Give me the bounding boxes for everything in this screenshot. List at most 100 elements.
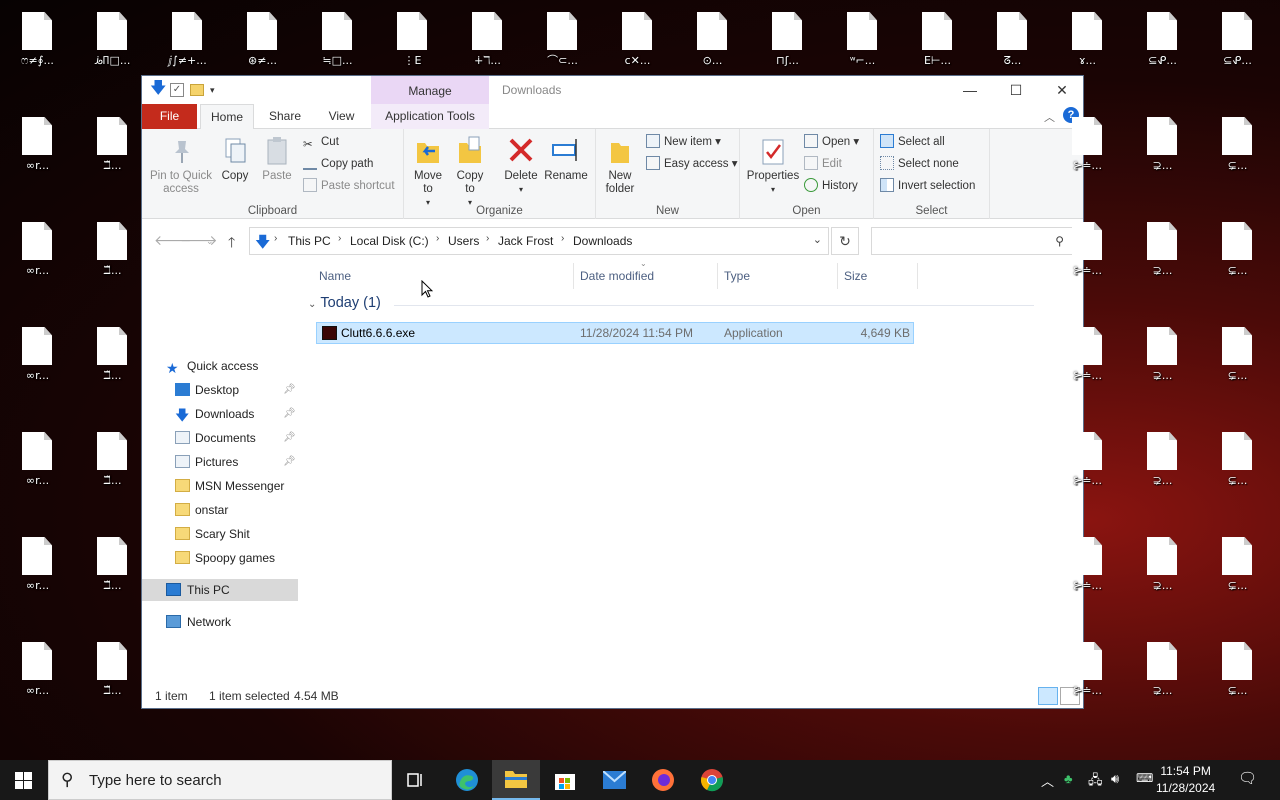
volume-icon[interactable]: 🔊︎: [1111, 771, 1119, 787]
copy-button[interactable]: Copy: [218, 135, 252, 183]
nav-item-onstar[interactable]: onstar: [142, 499, 298, 521]
breadcrumb-local-disk[interactable]: Local Disk (C:): [350, 234, 429, 248]
open-button[interactable]: Open ▾: [804, 133, 859, 151]
keyboard-icon[interactable]: ⌨: [1136, 771, 1153, 785]
desktop-file-icon[interactable]: ℶ̃...: [75, 420, 150, 520]
desktop-file-icon[interactable]: ⊋...: [1125, 210, 1200, 310]
new-folder-button[interactable]: New folder: [600, 135, 640, 196]
nav-item-spoopy-games[interactable]: Spoopy games: [142, 547, 298, 569]
nav-this-pc[interactable]: This PC: [142, 579, 298, 601]
search-input[interactable]: ⚲: [871, 227, 1073, 255]
desktop-file-icon[interactable]: ⊊...: [1200, 105, 1275, 205]
up-arrow-icon[interactable]: 🡑: [228, 232, 235, 256]
group-collapse-icon[interactable]: ⌄: [308, 299, 316, 310]
desktop-file-icon[interactable]: ∞r...: [0, 525, 75, 625]
desktop-file-icon[interactable]: ⊆ᕵ...: [1200, 0, 1275, 100]
chrome-button[interactable]: [688, 760, 736, 800]
refresh-icon[interactable]: ↻: [831, 227, 859, 255]
desktop-file-icon[interactable]: ∞r...: [0, 420, 75, 520]
column-date-modified[interactable]: Date modified: [580, 263, 654, 289]
file-explorer-window[interactable]: 🡇 ✓ ▾ Manage Downloads — ☐ ✕ File Home S…: [141, 75, 1084, 709]
store-button[interactable]: [541, 760, 589, 800]
edge-button[interactable]: [443, 760, 491, 800]
pin-icon[interactable]: 📌︎: [283, 451, 296, 473]
pin-quick-access-button[interactable]: Pin to Quick access: [148, 135, 214, 196]
desktop-file-icon[interactable]: ⊱≐...: [1050, 525, 1125, 625]
history-button[interactable]: History: [804, 177, 858, 195]
rename-button[interactable]: Rename: [543, 135, 589, 183]
properties-qat-icon[interactable]: 🡇: [150, 81, 166, 98]
maximize-button[interactable]: ☐: [993, 76, 1039, 104]
tab-home[interactable]: Home: [200, 104, 254, 130]
desktop-file-icon[interactable]: ⊋...: [1125, 525, 1200, 625]
desktop-file-icon[interactable]: ∞r...: [0, 210, 75, 310]
address-bar[interactable]: 🡇 › This PC › Local Disk (C:) › Users › …: [249, 227, 829, 255]
desktop-file-icon[interactable]: ⊊...: [1200, 630, 1275, 730]
desktop-file-icon[interactable]: ⊊...: [1200, 315, 1275, 415]
nav-item-downloads[interactable]: 🡇 Downloads 📌︎: [142, 403, 298, 425]
desktop-file-icon[interactable]: ⊱≐...: [1050, 630, 1125, 730]
copy-path-button[interactable]: Copy path: [303, 155, 373, 173]
nav-item-scary-shit[interactable]: Scary Shit: [142, 523, 298, 545]
desktop-file-icon[interactable]: ⊋...: [1125, 630, 1200, 730]
recent-locations-icon[interactable]: ⌄: [206, 236, 214, 247]
easy-access-button[interactable]: Easy access ▾: [646, 155, 738, 173]
address-dropdown-icon[interactable]: ⌄: [813, 233, 822, 246]
file-explorer-button[interactable]: [492, 760, 540, 800]
desktop-file-icon[interactable]: ⊱≐...: [1050, 315, 1125, 415]
file-row[interactable]: Clutt6.6.6.exe 11/28/2024 11:54 PM Appli…: [316, 322, 914, 344]
start-button[interactable]: [0, 760, 48, 800]
tray-app-icon[interactable]: ♣: [1064, 771, 1073, 786]
paste-button[interactable]: Paste: [258, 135, 296, 183]
nav-quick-access[interactable]: ★ Quick access: [142, 355, 298, 377]
new-folder-qat-icon[interactable]: [190, 84, 204, 96]
desktop-file-icon[interactable]: ⊋...: [1125, 105, 1200, 205]
firefox-button[interactable]: [639, 760, 687, 800]
pin-icon[interactable]: 📌︎: [283, 379, 296, 401]
title-bar[interactable]: 🡇 ✓ ▾ Manage Downloads — ☐ ✕: [142, 76, 1083, 104]
breadcrumb-this-pc[interactable]: This PC: [288, 234, 331, 248]
delete-button[interactable]: Delete ▾: [500, 135, 542, 196]
desktop-file-icon[interactable]: ∞r...: [0, 315, 75, 415]
desktop-file-icon[interactable]: ꚤꛛ□...: [75, 0, 150, 100]
close-button[interactable]: ✕: [1039, 76, 1085, 104]
customize-qat-icon[interactable]: ▾: [210, 85, 215, 96]
desktop-file-icon[interactable]: ⊊...: [1200, 525, 1275, 625]
mail-button[interactable]: [590, 760, 638, 800]
desktop-file-icon[interactable]: ℶ̃...: [75, 525, 150, 625]
new-item-button[interactable]: New item ▾: [646, 133, 721, 151]
edit-button[interactable]: Edit: [804, 155, 842, 173]
taskbar-search-box[interactable]: ⚲ Type here to search: [48, 760, 392, 800]
pin-icon[interactable]: 📌︎: [283, 427, 296, 449]
group-header-today[interactable]: ⌄ Today (1): [308, 295, 1034, 311]
desktop-file-icon[interactable]: ℶ̃...: [75, 315, 150, 415]
nav-network[interactable]: Network: [142, 611, 298, 633]
pin-icon[interactable]: 📌︎: [283, 403, 296, 425]
invert-selection-button[interactable]: Invert selection: [880, 177, 975, 195]
show-hidden-icons[interactable]: ︿: [1041, 771, 1054, 790]
desktop-file-icon[interactable]: ⊱≐...: [1050, 420, 1125, 520]
desktop-file-icon[interactable]: ⊱≐...: [1050, 105, 1125, 205]
breadcrumb-users[interactable]: Users: [448, 234, 479, 248]
notifications-icon[interactable]: 🗨: [1238, 769, 1257, 787]
breadcrumb-downloads[interactable]: Downloads: [573, 234, 632, 248]
task-view-button[interactable]: [392, 760, 440, 800]
desktop-file-icon[interactable]: ⊋...: [1125, 315, 1200, 415]
desktop-file-icon[interactable]: ⊆ᕵ...: [1125, 0, 1200, 100]
select-none-button[interactable]: Select none: [880, 155, 959, 173]
desktop-file-icon[interactable]: ℶ̃...: [75, 630, 150, 730]
checkmark-qat-icon[interactable]: ✓: [170, 83, 184, 97]
desktop-file-icon[interactable]: ෆ≠∮...: [0, 0, 75, 100]
desktop-file-icon[interactable]: ⊋...: [1125, 420, 1200, 520]
desktop-file-icon[interactable]: ⊱≐...: [1050, 210, 1125, 310]
breadcrumb-jack-frost[interactable]: Jack Frost: [498, 234, 553, 248]
cut-button[interactable]: ✂ Cut: [303, 133, 339, 151]
copy-to-button[interactable]: Copy to ▾: [452, 135, 488, 209]
desktop-file-icon[interactable]: ∞r...: [0, 105, 75, 205]
select-all-button[interactable]: Select all: [880, 133, 945, 151]
desktop-file-icon[interactable]: ⊊...: [1200, 210, 1275, 310]
desktop-file-icon[interactable]: ℶ̃...: [75, 105, 150, 205]
desktop-file-icon[interactable]: ℶ̃...: [75, 210, 150, 310]
network-tray-icon[interactable]: 🖧: [1088, 771, 1103, 793]
nav-item-desktop[interactable]: Desktop 📌︎: [142, 379, 298, 401]
